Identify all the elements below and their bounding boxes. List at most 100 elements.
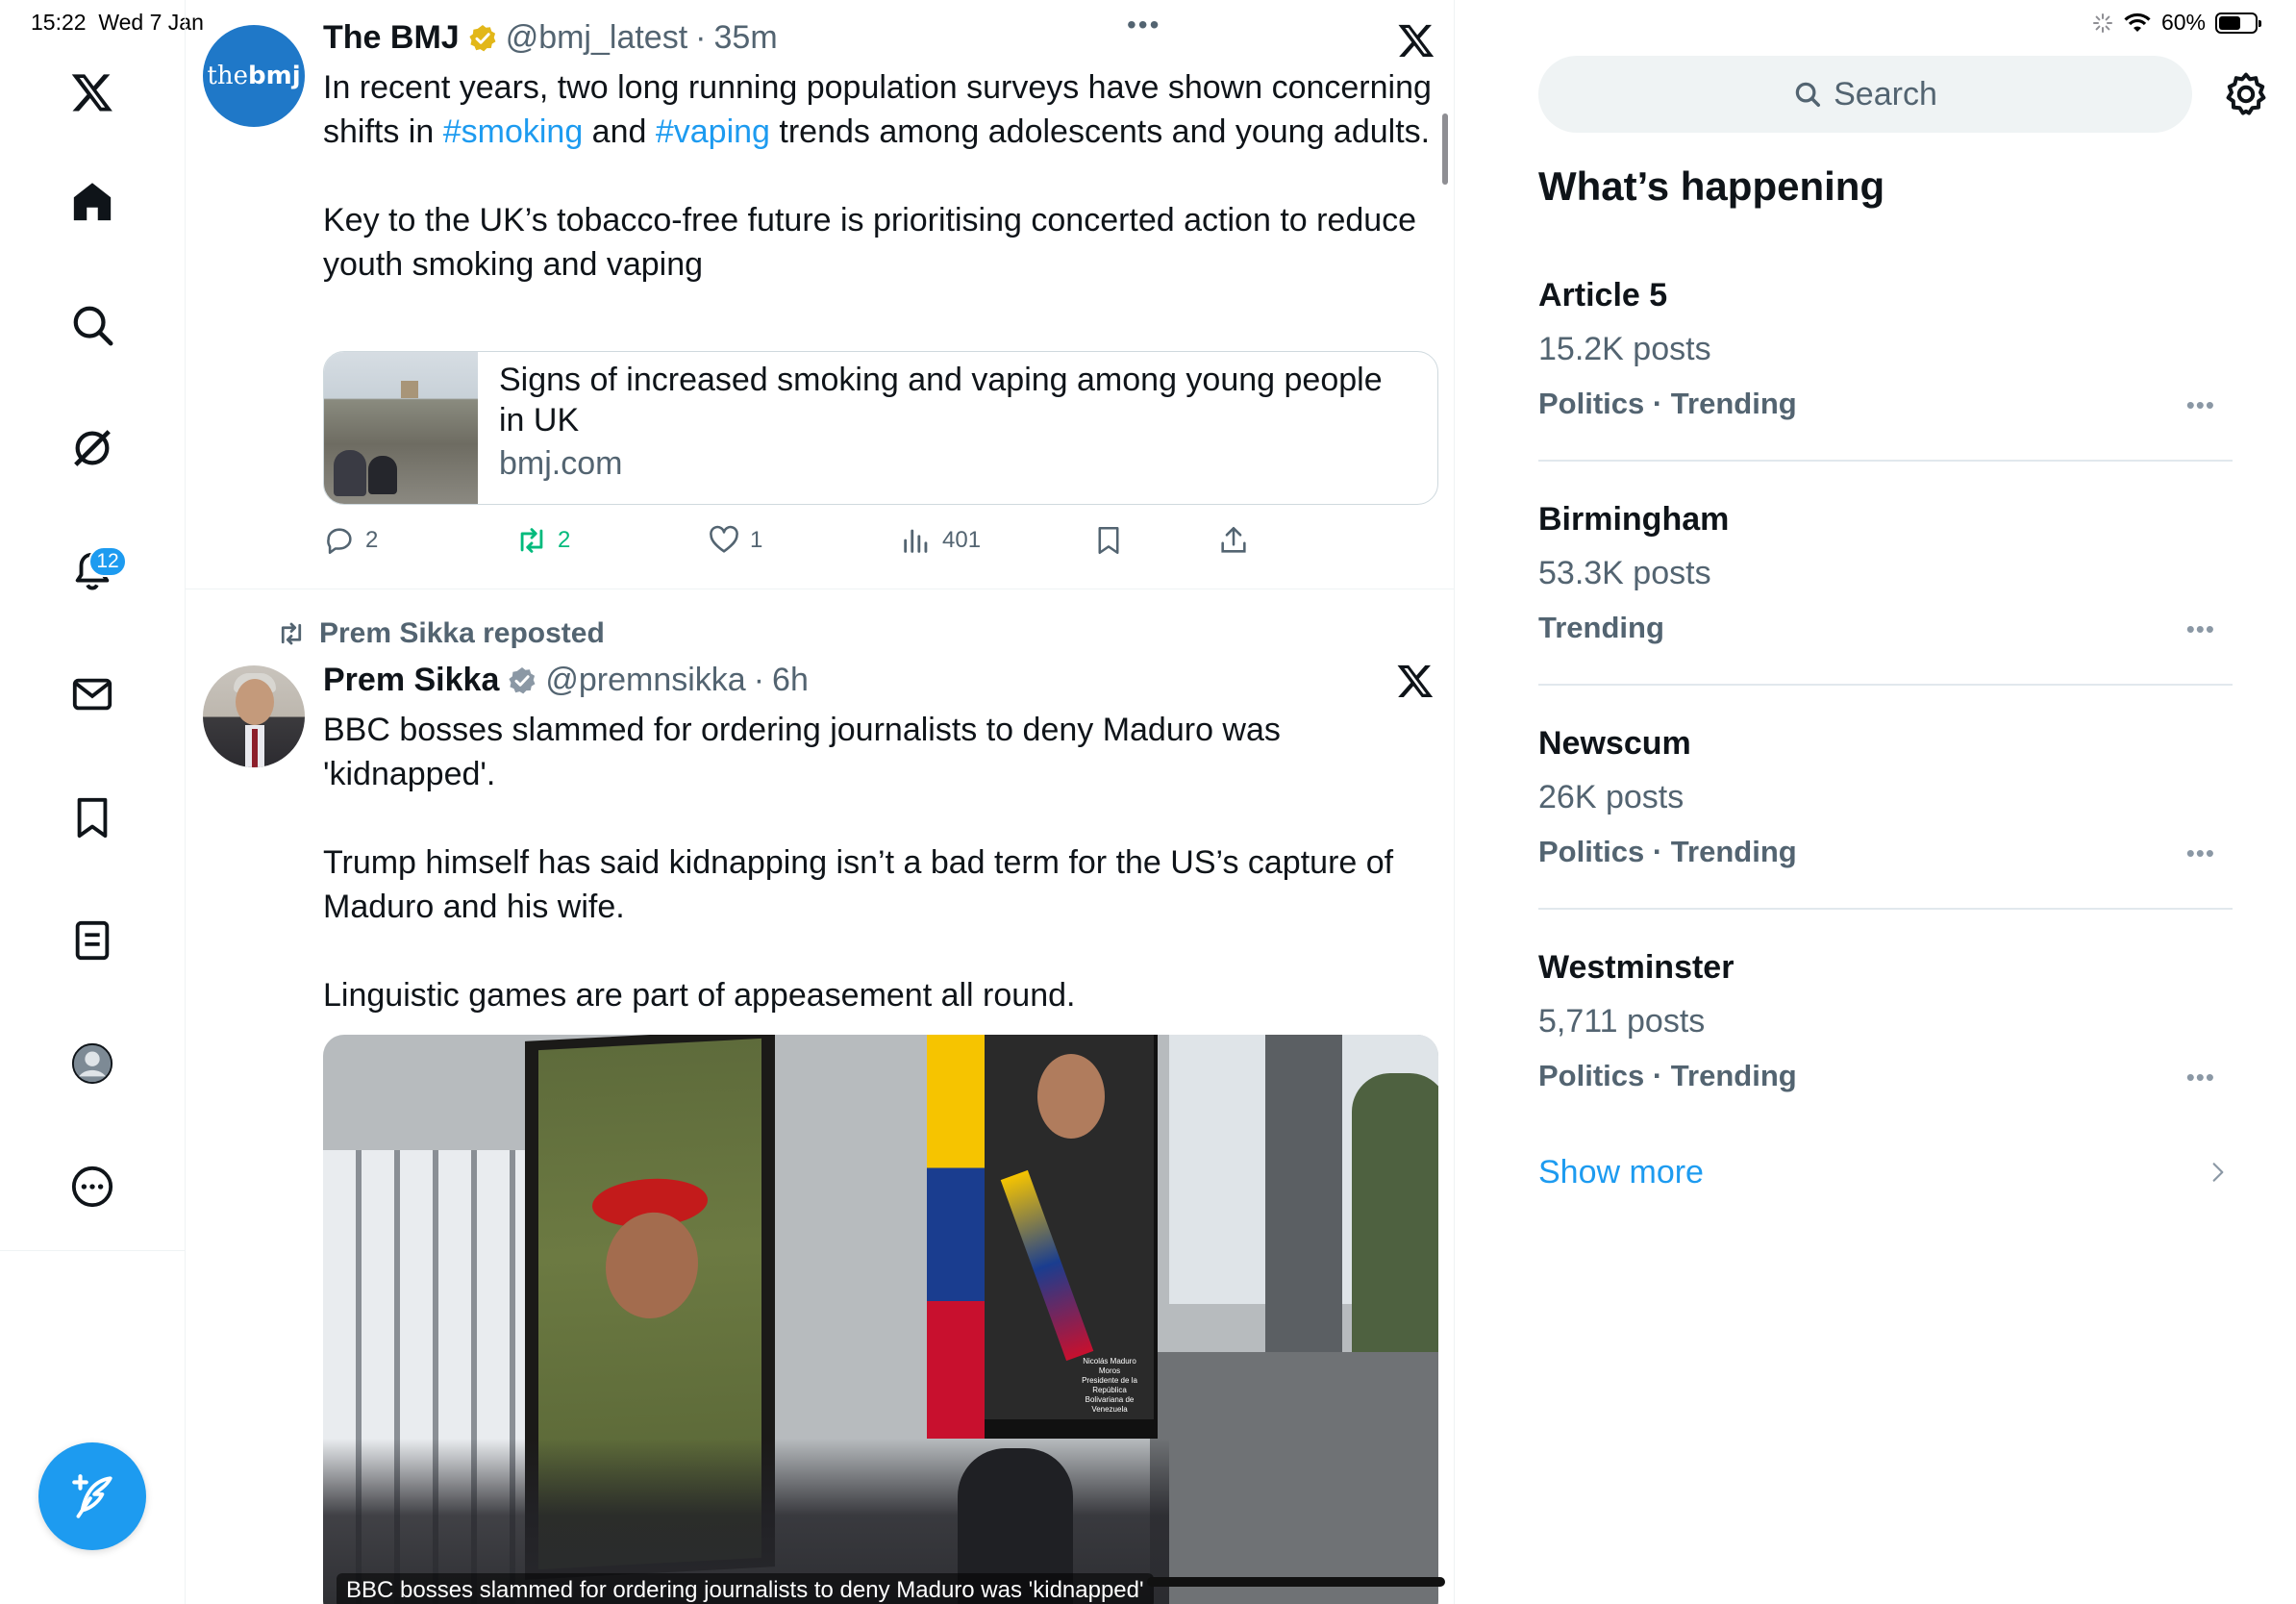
profile-avatar-icon[interactable] bbox=[58, 1029, 127, 1098]
trend-more-icon[interactable]: ••• bbox=[2186, 839, 2215, 868]
trend-name: Article 5 bbox=[1538, 277, 1668, 313]
verified-blue-badge-icon bbox=[509, 666, 536, 693]
trend-divider bbox=[1538, 684, 2233, 686]
home-indicator bbox=[1147, 1577, 1445, 1587]
avatar-text-bmj: bmj bbox=[247, 62, 301, 90]
search-input[interactable]: Search bbox=[1538, 56, 2192, 133]
reply-count: 2 bbox=[365, 527, 379, 553]
share-button[interactable] bbox=[1217, 524, 1250, 557]
trend-item[interactable]: Birmingham 53.3K posts Trending ••• bbox=[1538, 501, 2233, 725]
trend-more-icon[interactable]: ••• bbox=[2186, 390, 2215, 420]
whats-happening-title: What’s happening bbox=[1538, 163, 1885, 209]
tweet-bmj[interactable]: the bmj The BMJ @bmj_latest · 35m In rece… bbox=[186, 0, 1454, 589]
tweet-text: In recent years, two long running popula… bbox=[323, 65, 1438, 287]
author-name[interactable]: The BMJ bbox=[323, 19, 460, 57]
dot-separator: · bbox=[753, 662, 765, 698]
tweet-time[interactable]: 35m bbox=[714, 19, 778, 57]
trend-posts: 15.2K posts bbox=[1538, 331, 1711, 367]
status-indicators: 60% bbox=[2092, 10, 2261, 36]
trend-category: Politics · Trending bbox=[1538, 1059, 1797, 1092]
show-more-link[interactable]: Show more bbox=[1538, 1154, 1704, 1191]
dot-separator: · bbox=[695, 19, 707, 56]
wifi-icon bbox=[2124, 13, 2151, 32]
trend-posts: 5,711 posts bbox=[1538, 1003, 1706, 1040]
avatar-text-the: the bbox=[207, 62, 248, 90]
like-count: 1 bbox=[750, 527, 763, 553]
like-button[interactable]: 1 bbox=[708, 524, 762, 557]
grok-icon[interactable] bbox=[58, 414, 127, 483]
reply-icon bbox=[327, 528, 352, 555]
timeline: the bmj The BMJ @bmj_latest · 35m In rece… bbox=[186, 0, 1455, 1604]
link-card-domain: bmj.com bbox=[499, 445, 623, 482]
tweet-text-part: and bbox=[583, 113, 656, 150]
repost-icon bbox=[520, 528, 543, 553]
notifications-badge: 12 bbox=[88, 546, 127, 577]
repost-small-icon bbox=[281, 622, 302, 645]
bmj-avatar[interactable]: the bmj bbox=[203, 25, 305, 127]
scrollbar-thumb[interactable] bbox=[1442, 113, 1448, 185]
trend-more-icon[interactable]: ••• bbox=[2186, 614, 2215, 644]
view-count: 401 bbox=[942, 527, 982, 553]
x-logo-icon[interactable] bbox=[58, 58, 127, 127]
chevron-right-icon[interactable] bbox=[2206, 1158, 2231, 1187]
tweet-text: BBC bosses slammed for ordering journali… bbox=[323, 712, 1394, 1014]
bookmark-icon bbox=[1098, 526, 1119, 555]
repost-indicator[interactable]: Prem Sikka reposted bbox=[277, 617, 605, 650]
link-card-thumbnail bbox=[324, 352, 478, 504]
trend-category: Trending bbox=[1538, 611, 1664, 644]
settings-gear-icon[interactable] bbox=[2223, 71, 2269, 117]
trend-item[interactable]: Westminster 5,711 posts Politics · Trend… bbox=[1538, 949, 2233, 1173]
x-dismiss-icon[interactable] bbox=[1396, 662, 1435, 700]
tweet-media-image[interactable]: Nicolás Maduro Moros Presidente de la Re… bbox=[323, 1035, 1438, 1604]
views-button[interactable]: 401 bbox=[900, 524, 981, 557]
notifications-bell-icon[interactable]: 12 bbox=[58, 537, 127, 606]
search-placeholder: Search bbox=[1834, 75, 1937, 113]
link-card[interactable]: Signs of increased smoking and vaping am… bbox=[323, 351, 1438, 505]
articles-icon[interactable] bbox=[58, 906, 127, 975]
search-icon[interactable] bbox=[58, 290, 127, 360]
trend-divider bbox=[1538, 908, 2233, 910]
repost-button[interactable]: 2 bbox=[515, 524, 570, 557]
hashtag-vaping[interactable]: #vaping bbox=[656, 113, 770, 150]
views-chart-icon bbox=[904, 529, 928, 553]
left-sidebar: 12 bbox=[0, 0, 186, 1604]
hashtag-smoking[interactable]: #smoking bbox=[443, 113, 584, 150]
bookmarks-icon[interactable] bbox=[58, 783, 127, 852]
compose-feather-icon bbox=[72, 1474, 112, 1518]
prem-sikka-avatar[interactable] bbox=[203, 665, 305, 767]
more-options-icon[interactable] bbox=[58, 1152, 127, 1221]
trend-more-icon[interactable]: ••• bbox=[2186, 1063, 2215, 1092]
author-handle[interactable]: @premnsikka bbox=[545, 662, 745, 699]
x-dismiss-icon[interactable] bbox=[1397, 21, 1435, 60]
repost-count: 2 bbox=[558, 527, 571, 553]
trend-category: Politics · Trending bbox=[1538, 387, 1797, 420]
trend-name: Westminster bbox=[1538, 949, 1734, 986]
bookmark-button[interactable] bbox=[1092, 524, 1125, 557]
trend-category: Politics · Trending bbox=[1538, 835, 1797, 868]
share-icon bbox=[1221, 526, 1246, 553]
nav-divider bbox=[0, 1250, 186, 1251]
battery-icon bbox=[2215, 12, 2261, 34]
trend-name: Newscum bbox=[1538, 725, 1691, 762]
trend-item[interactable]: Article 5 15.2K posts Politics · Trendin… bbox=[1538, 277, 2233, 501]
trend-posts: 26K posts bbox=[1538, 779, 1685, 815]
search-icon bbox=[1795, 82, 1821, 107]
tweet-header: Prem Sikka @premnsikka · 6h bbox=[323, 662, 809, 699]
trend-item[interactable]: Newscum 26K posts Politics · Trending ••… bbox=[1538, 725, 2233, 949]
battery-percent: 60% bbox=[2160, 10, 2206, 35]
heart-icon bbox=[710, 525, 738, 553]
verified-gold-badge-icon bbox=[469, 24, 496, 51]
home-icon[interactable] bbox=[58, 167, 127, 237]
poster-caption: Nicolás Maduro Moros Presidente de la Re… bbox=[1082, 1357, 1137, 1414]
messages-mail-icon[interactable] bbox=[58, 660, 127, 729]
tweet-time[interactable]: 6h bbox=[772, 662, 809, 699]
author-name[interactable]: Prem Sikka bbox=[323, 662, 499, 699]
reply-button[interactable]: 2 bbox=[323, 524, 378, 557]
trend-name: Birmingham bbox=[1538, 501, 1730, 538]
link-card-title: Signs of increased smoking and vaping am… bbox=[499, 362, 1383, 439]
author-handle[interactable]: @bmj_latest bbox=[506, 19, 687, 57]
tweet-actions: 2 2 1 401 bbox=[323, 524, 1419, 563]
compose-post-button[interactable] bbox=[38, 1442, 146, 1550]
loading-spinner-icon bbox=[2092, 13, 2112, 33]
trend-posts: 53.3K posts bbox=[1538, 555, 1711, 591]
